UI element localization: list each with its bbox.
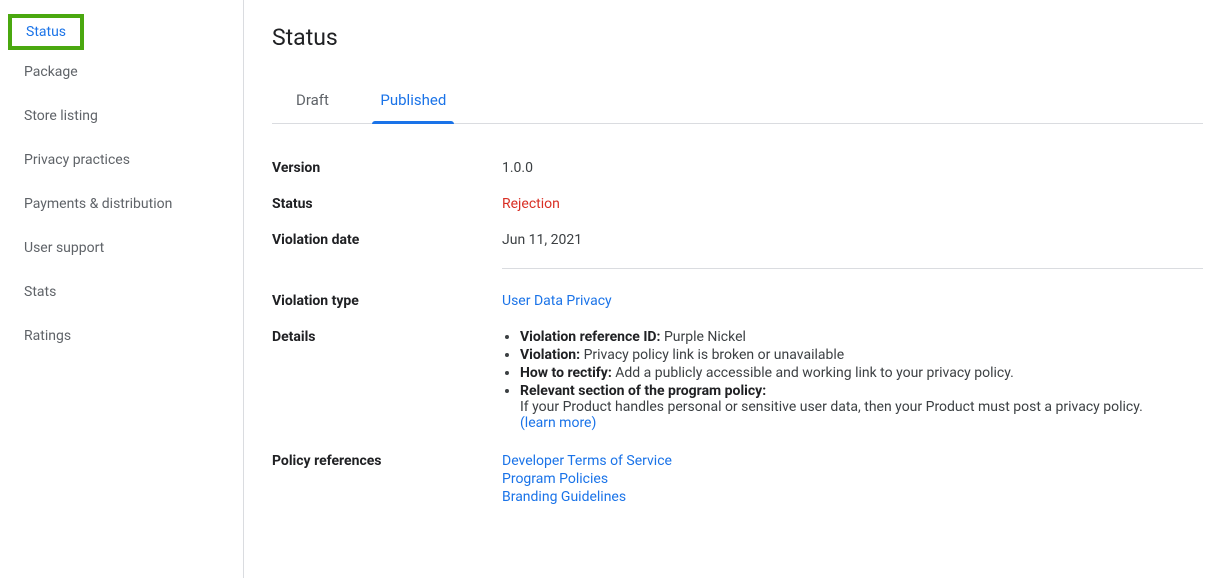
policy-ref-dev-tos[interactable]: Developer Terms of Service	[502, 453, 1203, 469]
sidebar-item-status[interactable]: Status	[8, 14, 84, 50]
policy-references-label: Policy references	[272, 453, 502, 507]
detail-violation: Violation: Privacy policy link is broken…	[520, 347, 1203, 363]
violation-type-link[interactable]: User Data Privacy	[502, 293, 612, 309]
detail-reference-id: Violation reference ID: Purple Nickel	[520, 329, 1203, 345]
rectify-value: Add a publicly accessible and working li…	[615, 365, 1014, 381]
sidebar-item-ratings[interactable]: Ratings	[0, 314, 243, 358]
violation-date-value: Jun 11, 2021	[502, 232, 1203, 248]
version-value: 1.0.0	[502, 160, 1203, 176]
sidebar-item-user-support[interactable]: User support	[0, 226, 243, 270]
version-label: Version	[272, 160, 502, 176]
sidebar-item-package[interactable]: Package	[0, 50, 243, 94]
violation-detail-label: Violation:	[520, 347, 580, 363]
tab-published[interactable]: Published	[356, 79, 470, 123]
ref-id-value: Purple Nickel	[664, 329, 746, 345]
page-title: Status	[272, 24, 1203, 51]
sidebar: Status Package Store listing Privacy pra…	[0, 0, 244, 578]
sidebar-item-privacy-practices[interactable]: Privacy practices	[0, 138, 243, 182]
main-content: Status Draft Published Version 1.0.0 Sta…	[244, 0, 1231, 578]
policy-section-text: If your Product handles personal or sens…	[520, 399, 1143, 415]
violation-type-label: Violation type	[272, 293, 502, 309]
policy-ref-program-policies[interactable]: Program Policies	[502, 471, 1203, 487]
policy-ref-branding[interactable]: Branding Guidelines	[502, 489, 1203, 505]
status-label: Status	[272, 196, 502, 212]
policy-section-label: Relevant section of the program policy:	[520, 383, 766, 399]
status-value: Rejection	[502, 196, 1203, 212]
details-label: Details	[272, 329, 502, 433]
divider	[502, 268, 1203, 269]
detail-policy-section: Relevant section of the program policy: …	[520, 383, 1203, 431]
tab-draft[interactable]: Draft	[272, 79, 353, 123]
details-list: Violation reference ID: Purple Nickel Vi…	[502, 329, 1203, 431]
violation-detail-value: Privacy policy link is broken or unavail…	[584, 347, 845, 363]
learn-more-link[interactable]: (learn more)	[520, 415, 596, 431]
sidebar-item-stats[interactable]: Stats	[0, 270, 243, 314]
sidebar-item-store-listing[interactable]: Store listing	[0, 94, 243, 138]
tabs: Draft Published	[272, 79, 1203, 124]
detail-rectify: How to rectify: Add a publicly accessibl…	[520, 365, 1203, 381]
sidebar-item-payments-distribution[interactable]: Payments & distribution	[0, 182, 243, 226]
violation-date-label: Violation date	[272, 232, 502, 248]
rectify-label: How to rectify:	[520, 365, 612, 381]
ref-id-label: Violation reference ID:	[520, 329, 660, 345]
